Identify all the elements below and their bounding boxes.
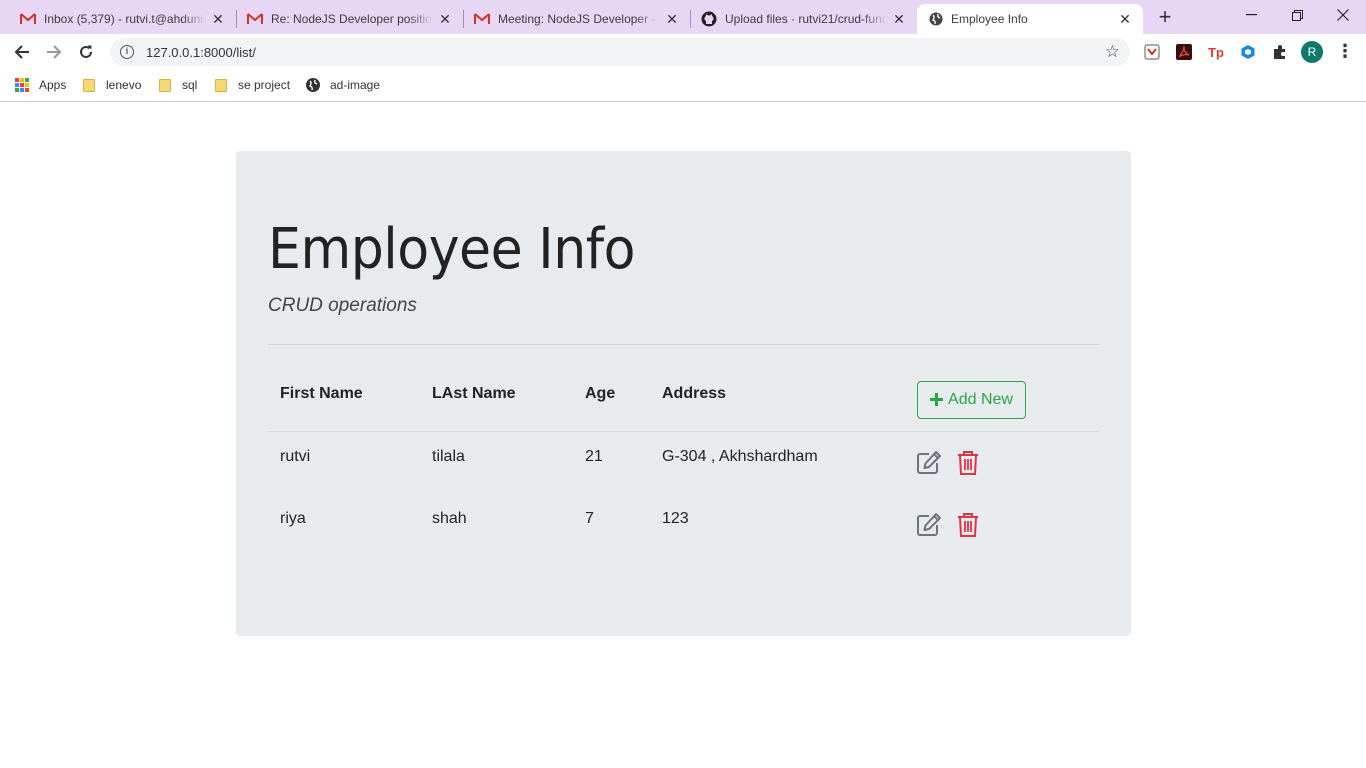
browser-toolbar: i 127.0.0.1:8000/list/ ☆ Tp R ⋮ — [0, 34, 1366, 70]
tab-gmail-meeting[interactable]: Meeting: NodeJS Developer - r ✕ — [454, 4, 690, 34]
tab-employee-info[interactable]: Employee Info ✕ — [917, 4, 1143, 34]
cell-first-name: riya — [280, 510, 306, 527]
new-tab-button[interactable]: + — [1153, 6, 1177, 30]
folder-icon — [215, 78, 227, 92]
folder-icon — [159, 78, 171, 92]
page-title: Employee Info — [268, 217, 636, 282]
cell-last-name: tilala — [432, 448, 465, 465]
back-button[interactable] — [9, 39, 35, 65]
browser-menu-icon[interactable]: ⋮ — [1336, 42, 1354, 62]
tab-gmail-nodejs[interactable]: Re: NodeJS Developer position ✕ — [227, 4, 463, 34]
bookmark-label: Apps — [39, 78, 67, 92]
edit-icon[interactable] — [916, 512, 942, 538]
bookmark-sql[interactable]: sql — [159, 77, 197, 93]
acrobat-icon[interactable] — [1175, 43, 1193, 61]
header-row-divider — [268, 431, 1099, 432]
tab-title: Upload files · rutvi21/crud-func — [725, 12, 887, 26]
forward-button[interactable] — [41, 39, 67, 65]
bookmark-label: sql — [182, 78, 198, 92]
gmail-icon — [247, 13, 263, 25]
bookmark-ad-image[interactable]: ad-image — [306, 77, 380, 93]
bookmark-se-project[interactable]: se project — [215, 77, 290, 93]
tp-icon[interactable]: Tp — [1207, 43, 1225, 61]
close-tab-icon[interactable]: ✕ — [210, 11, 226, 28]
close-tab-icon[interactable]: ✕ — [1117, 11, 1133, 28]
globe-icon — [929, 12, 943, 26]
puzzle-icon[interactable] — [1271, 43, 1289, 61]
plus-icon — [930, 392, 944, 408]
page-subtitle: CRUD operations — [268, 295, 417, 316]
cell-first-name: rutvi — [280, 448, 311, 465]
close-window-button[interactable] — [1320, 0, 1366, 30]
edit-icon[interactable] — [916, 450, 942, 476]
github-icon — [701, 11, 717, 27]
bookmark-label: ad-image — [330, 78, 381, 92]
trash-icon[interactable] — [957, 450, 979, 476]
bookmark-lenevo[interactable]: lenevo — [83, 77, 141, 93]
tab-gmail-inbox[interactable]: Inbox (5,379) - rutvi.t@ahdunia ✕ — [0, 4, 236, 34]
site-info-icon[interactable]: i — [120, 45, 134, 59]
close-tab-icon[interactable]: ✕ — [437, 11, 453, 28]
profile-avatar[interactable]: R — [1301, 41, 1323, 63]
column-header-first-name: First Name — [280, 385, 363, 402]
column-header-age: Age — [585, 385, 616, 402]
cell-age: 21 — [585, 448, 603, 465]
cube-icon[interactable] — [1239, 43, 1257, 61]
pocket-icon[interactable] — [1143, 43, 1161, 61]
globe-icon — [306, 78, 320, 92]
cell-last-name: shah — [432, 510, 467, 527]
bookmark-label: se project — [238, 78, 291, 92]
cell-age: 7 — [585, 510, 594, 527]
cell-address: 123 — [662, 510, 689, 527]
url-text: 127.0.0.1:8000/list/ — [146, 44, 256, 60]
tab-github-upload[interactable]: Upload files · rutvi21/crud-func ✕ — [681, 4, 917, 34]
trash-icon[interactable] — [957, 512, 979, 538]
bookmark-label: lenevo — [106, 78, 142, 92]
tab-title: Employee Info — [951, 12, 1028, 26]
tab-title: Inbox (5,379) - rutvi.t@ahdunia — [44, 12, 206, 26]
apps-grid-icon — [15, 78, 29, 92]
bookmarks-bar: Apps lenevo sql se project ad-image — [0, 70, 1366, 102]
tab-title: Re: NodeJS Developer position — [271, 12, 433, 26]
gmail-icon — [474, 13, 490, 25]
cell-address: G-304 , Akhshardham — [662, 448, 818, 465]
restore-button[interactable] — [1274, 0, 1320, 30]
tab-strip: Inbox (5,379) - rutvi.t@ahdunia ✕ Re: No… — [0, 0, 1366, 34]
minimize-button[interactable] — [1228, 0, 1274, 30]
column-header-address: Address — [662, 385, 727, 402]
divider — [268, 344, 1099, 345]
reload-button[interactable] — [73, 39, 99, 65]
address-bar[interactable]: i 127.0.0.1:8000/list/ ☆ — [110, 38, 1130, 66]
folder-icon — [83, 78, 95, 92]
tab-title: Meeting: NodeJS Developer - r — [498, 12, 660, 26]
close-tab-icon[interactable]: ✕ — [664, 11, 680, 28]
add-new-label: Add New — [948, 391, 1013, 408]
bookmark-star-icon[interactable]: ☆ — [1105, 43, 1120, 60]
gmail-icon — [20, 13, 36, 25]
add-new-button[interactable]: Add New — [917, 381, 1026, 419]
column-header-last-name: LAst Name — [432, 385, 516, 402]
jumbotron: Employee Info CRUD operations First Name… — [236, 151, 1131, 636]
bookmark-apps[interactable]: Apps — [15, 77, 66, 93]
close-tab-icon[interactable]: ✕ — [891, 11, 907, 28]
